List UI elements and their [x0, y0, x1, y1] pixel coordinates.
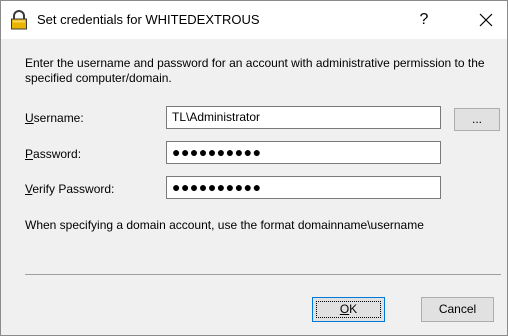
verify-password-label: Verify Password:	[25, 182, 115, 196]
domain-hint: When specifying a domain account, use th…	[25, 218, 424, 232]
ok-button[interactable]: OK	[312, 297, 385, 322]
lock-icon	[10, 10, 28, 30]
close-icon	[479, 13, 493, 27]
username-label: Username:	[25, 111, 84, 125]
intro-text: Enter the username and password for an a…	[25, 56, 485, 85]
username-field[interactable]: TL\Administrator	[166, 106, 441, 129]
title-bar[interactable]: Set credentials for WHITEDEXTROUS ?	[1, 1, 507, 39]
separator	[25, 274, 501, 275]
cancel-button[interactable]: Cancel	[421, 297, 494, 322]
verify-password-field[interactable]: ●●●●●●●●●●	[166, 176, 441, 199]
window-title: Set credentials for WHITEDEXTROUS	[37, 12, 260, 27]
browse-button[interactable]: ...	[454, 108, 500, 131]
close-button[interactable]	[467, 5, 505, 35]
credentials-dialog: Set credentials for WHITEDEXTROUS ? Ente…	[0, 0, 508, 336]
focus-rectangle	[316, 301, 381, 318]
password-label: Password:	[25, 147, 82, 161]
password-field[interactable]: ●●●●●●●●●●	[166, 141, 441, 164]
help-button[interactable]: ?	[406, 5, 442, 35]
